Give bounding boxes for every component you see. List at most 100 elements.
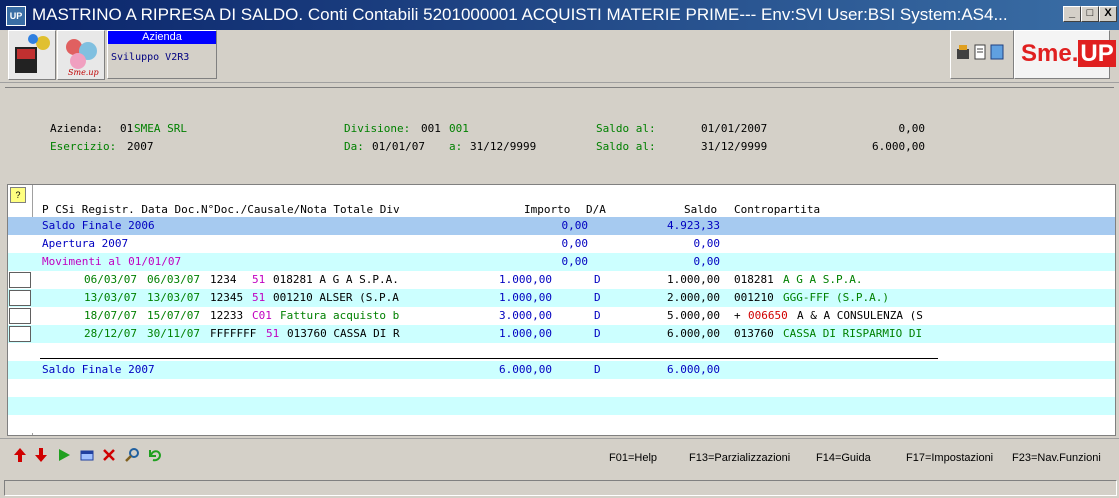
row-cp-code: 006650 [748,309,788,322]
row-checkbox[interactable] [9,290,31,306]
column-header-importo: Importo [524,203,571,216]
row-cp-name: A G A S.P.A. [783,273,863,286]
divisione-code: 001 [421,122,441,135]
row-saldo: 4.923,33 [667,219,720,232]
play-icon[interactable] [56,447,72,463]
row-importo: 0,00 [561,237,589,250]
row-checkbox[interactable] [9,326,31,342]
row-ndoc: 12345 [210,291,244,304]
refresh-icon[interactable] [147,447,163,463]
row-saldo: 2.000,00 [667,291,720,304]
svg-text:Sme.up: Sme.up [68,68,99,77]
row-totale: 1.000,00 [499,327,552,340]
row-cp-prefix: + [734,309,741,322]
close-button[interactable]: X [1099,6,1117,22]
column-header-da: D/A [586,203,606,216]
row-desc: Movimenti al 01/01/07 [42,255,182,268]
a-value: 31/12/9999 [470,140,537,153]
row-cp-code: 013760 [734,327,774,340]
table-row[interactable]: 06/03/07 06/03/07 1234 51 018281 A G A S… [8,271,1115,289]
azienda-header-name: SMEA SRL [134,122,187,135]
table-row[interactable]: 18/07/07 15/07/07 12233 C01 Fattura acqu… [8,307,1115,325]
arrow-down-icon[interactable] [33,447,49,463]
f23-nav-funzioni[interactable]: F23=Nav.Funzioni [1012,452,1101,464]
row-doc-date: 13/03/07 [147,291,200,304]
row-reg-date: 13/03/07 [84,291,137,304]
row-importo: 0,00 [561,255,589,268]
row-doc-date: 30/11/07 [147,327,200,340]
row-saldo: 5.000,00 [667,309,720,322]
logo-text: Sme. [1021,40,1079,67]
row-saldo: 6.000,00 [667,327,720,340]
row-da: D [594,273,601,286]
row-cp-name: CASSA DI RISPARMIO DI [783,327,923,340]
f14-guida[interactable]: F14=Guida [816,452,871,464]
toolbar: Sme.up Azienda Sviluppo V2R3 Sme.UP [0,30,1119,83]
column-header-saldo: Saldo [684,203,718,216]
maximize-button[interactable]: □ [1081,6,1099,22]
table-row-saldo-finale-2006[interactable]: Saldo Finale 2006 0,00 4.923,33 [8,217,1115,235]
table-row-empty [8,397,1115,415]
a-label: a: [449,140,463,153]
divisione-name: 001 [449,122,469,135]
azienda-header-code: 01 [120,122,134,135]
row-ndoc: 1234 [210,273,237,286]
saldo-start-amount: 0,00 [898,122,926,135]
azienda-label: Azienda [108,31,216,44]
row-desc: Saldo Finale 2007 [42,363,155,376]
row-desc: Apertura 2007 [42,237,129,250]
da-value: 01/01/07 [372,140,425,153]
esercizio-value: 2007 [127,140,154,153]
f13-parzializzazioni[interactable]: F13=Parzializzazioni [689,452,790,464]
help-button[interactable]: ? [10,187,26,203]
f17-impostazioni[interactable]: F17=Impostazioni [906,452,993,464]
row-doc-date: 06/03/07 [147,273,200,286]
smeup-logo: Sme.UP [1014,30,1116,79]
arrow-up-icon[interactable] [12,447,28,463]
separator-line [40,358,938,359]
saldo-start-label: Saldo al: [596,122,656,135]
row-saldo: 1.000,00 [667,273,720,286]
saldo-end-amount: 6.000,00 [872,140,925,153]
row-causale: 51 [252,291,266,304]
minimize-button[interactable]: _ [1063,6,1081,22]
row-totale: 6.000,00 [499,363,552,376]
table-row[interactable]: 13/03/07 13/03/07 12345 51 001210 ALSER … [8,289,1115,307]
logo-up: UP [1078,40,1116,67]
search-icon[interactable] [124,447,140,463]
row-da: D [594,309,601,322]
user-icon[interactable] [8,30,56,80]
row-ndoc: FFFFFFF [210,327,257,340]
title-bar: UP MASTRINO A RIPRESA DI SALDO. Conti Co… [0,0,1119,30]
divisione-label: Divisione: [344,122,411,135]
table-row-movimenti[interactable]: Movimenti al 01/01/07 0,00 0,00 [8,253,1115,271]
saldo-end-date: 31/12/9999 [701,140,768,153]
row-checkbox[interactable] [9,272,31,288]
row-causale: 51 [252,273,266,286]
f01-help[interactable]: F01=Help [609,452,657,464]
column-header-left: P CSi Registr. Data Doc.N°Doc./Causale/N… [42,203,400,216]
azienda-value: Sviluppo V2R3 [111,52,190,63]
row-da: D [594,291,601,304]
table-row-empty [8,379,1115,397]
row-nota: Fattura acquisto b [280,309,400,322]
saldo-start-date: 01/01/2007 [701,122,768,135]
print-icon [957,45,969,59]
azienda-box[interactable]: Azienda Sviluppo V2R3 [107,30,217,79]
window-icon[interactable] [79,447,95,463]
row-cp-code: 018281 [734,273,774,286]
row-causale: 51 [266,327,280,340]
row-da: D [594,327,601,340]
delete-icon[interactable] [101,447,117,463]
row-ndoc: 12233 [210,309,244,322]
table-row-apertura[interactable]: Apertura 2007 0,00 0,00 [8,235,1115,253]
azienda-header-label: Azienda: [50,122,103,135]
row-reg-date: 18/07/07 [84,309,137,322]
row-cp-name: GGG-FFF (S.P.A.) [783,291,889,304]
table-row-saldo-finale-2007[interactable]: Saldo Finale 2007 6.000,00 D 6.000,00 [8,361,1115,379]
table-row[interactable]: 28/12/07 30/11/07 FFFFFFF 51 013760 CASS… [8,325,1115,343]
row-saldo: 0,00 [693,237,721,250]
row-checkbox[interactable] [9,308,31,324]
smeup-home-icon[interactable]: Sme.up [57,30,105,80]
row-importo: 0,00 [561,219,589,232]
